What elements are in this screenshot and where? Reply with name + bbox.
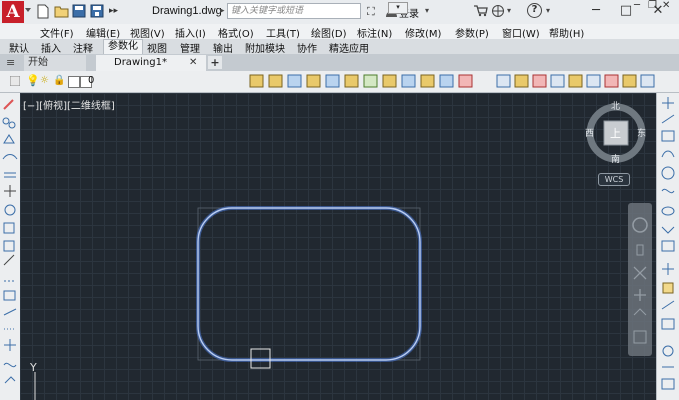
qnew-icon[interactable] [36,4,50,19]
drawing-window-controls: ─ ❐ ✕ [634,0,674,15]
menu-window[interactable]: 窗口(W) [502,25,540,40]
tab-insert[interactable]: 插入 [41,40,61,55]
navbar-menu-icon [633,330,647,344]
menu-file[interactable]: 文件(F) [40,25,74,40]
chevron-down-icon[interactable]: ▾ [546,6,550,15]
chevron-down-icon[interactable]: ▾ [425,6,429,15]
application-menu-button[interactable]: A [2,1,24,23]
tab-manage[interactable]: 管理 [180,40,200,55]
showmotion-icon [633,308,647,316]
layer-color-swatch [68,76,80,88]
viewcube[interactable]: 北 南 东 西 上 [583,100,649,166]
search-input[interactable]: 键入关键字或短语 [227,3,361,19]
open-folder-icon[interactable] [54,4,69,19]
tab-output[interactable]: 输出 [213,40,233,55]
draw-tool-icons [661,97,675,390]
save-icon[interactable] [72,4,86,19]
toolbar-layer-tools [247,73,487,93]
selection-extents-box [197,207,421,361]
chevron-down-icon[interactable] [25,8,31,12]
toolbar-draw-tools [495,73,655,93]
viewcube-top-label[interactable]: 上 [610,125,621,141]
zoom-icon [633,266,647,280]
rounded-rectangle [197,207,421,361]
binoculars-icon[interactable]: ⛶ [367,5,375,19]
tab-default[interactable]: 默认 [9,40,29,55]
compass-east[interactable]: 东 [637,126,646,139]
navigation-bar [628,203,652,356]
menu-dimension[interactable]: 标注(N) [357,25,392,40]
tab-view[interactable]: 视图 [147,40,167,55]
menu-edit[interactable]: 编辑(E) [86,25,120,40]
compass-south[interactable]: 南 [611,152,620,165]
layer-name[interactable]: 0 [88,75,94,86]
minimize-button[interactable]: ─ [586,3,606,19]
drawing-minimize-button[interactable]: ─ [634,0,640,11]
hamburger-menu-icon[interactable]: ≡ [6,57,22,69]
orbit-icon [634,289,646,301]
draw-toolbar [656,93,679,400]
menu-parametric[interactable]: 参数(P) [455,25,489,40]
lock-icon[interactable]: 🔒 [53,75,65,86]
drawing-geometry [196,206,422,369]
ucs-icon [34,372,36,400]
lightbulb-icon[interactable]: 💡 [26,74,40,87]
quick-access-more-icon[interactable]: ▸▸ [109,6,118,16]
title-arrow-icon: ▸ [220,6,225,16]
tab-collaborate[interactable]: 协作 [297,40,317,55]
menu-insert[interactable]: 插入(I) [175,25,206,40]
drawing-restore-button[interactable]: ❐ [648,0,657,11]
wcs-menu[interactable]: WCS [598,173,630,186]
close-tab-icon[interactable]: ✕ [189,55,197,71]
menu-view[interactable]: 视图(V) [130,25,165,40]
menu-format[interactable]: 格式(O) [218,25,254,40]
tab-parametric[interactable]: 参数化 [103,39,143,54]
layer-tool-icons [249,74,473,88]
compass-west[interactable]: 西 [585,126,594,139]
autodesk-app-store-icon[interactable] [473,4,488,20]
tab-start[interactable]: 开始 [24,55,86,71]
menu-modify[interactable]: 修改(M) [405,25,441,40]
ribbon-display-toggle[interactable]: ▾ [388,2,408,14]
pan-icon [636,244,644,256]
new-tab-button[interactable]: + [208,56,222,69]
compass-north[interactable]: 北 [611,99,620,112]
menu-draw[interactable]: 绘图(D) [311,25,347,40]
a360-connect-icon[interactable] [491,4,505,21]
sun-icon[interactable]: ☼ [40,75,49,86]
tab-featured-apps[interactable]: 精选应用 [329,40,369,55]
tab-addins[interactable]: 附加模块 [245,40,285,55]
menu-help[interactable]: 帮助(H) [549,25,584,40]
rounded-rectangle-glow [196,206,422,362]
maximize-button[interactable]: □ [616,3,636,19]
modify-toolbar [0,93,21,400]
drawing-close-button[interactable]: ✕ [662,0,670,11]
modify-tool-icons [2,99,18,384]
document-title: Drawing1.dwg [152,5,222,17]
tab-annotate[interactable]: 注释 [73,40,93,55]
help-icon[interactable]: ? [527,3,542,18]
menu-tools[interactable]: 工具(T) [266,25,300,40]
chevron-down-icon[interactable]: ▾ [507,6,511,15]
steering-wheel-icon [632,217,648,233]
save-as-icon[interactable] [90,4,104,19]
layer-state-icon[interactable] [9,75,21,87]
